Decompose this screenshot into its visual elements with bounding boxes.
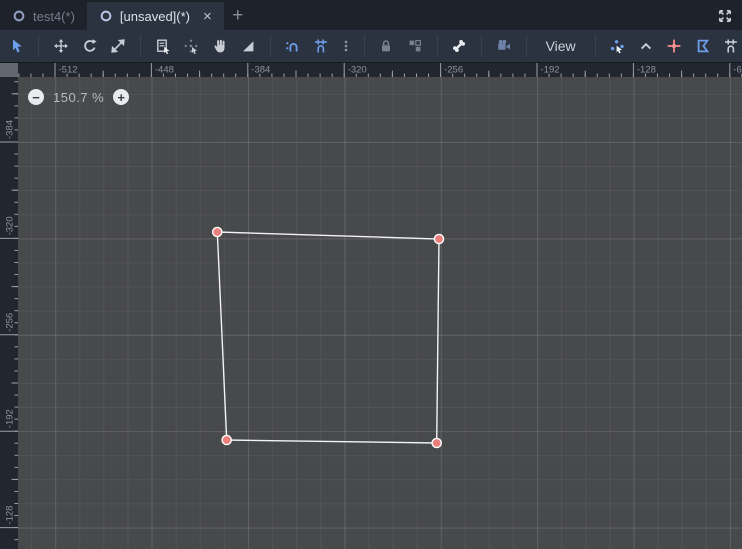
rotate-icon [83,39,97,52]
svg-text:-384: -384 [5,120,16,139]
select-points-icon [611,40,625,54]
grid-magnet-icon [314,39,327,53]
close-polygon-tool[interactable] [692,34,713,58]
move-icon [54,39,69,53]
toolbar-separator [363,35,365,57]
zoom-out-button[interactable]: − [28,89,44,105]
svg-text:-128: -128 [5,506,16,525]
pivot-tool[interactable] [180,34,201,58]
move-tool[interactable] [50,34,71,58]
svg-text:-320: -320 [348,65,367,76]
scene-tab-label: test4(*) [33,8,75,24]
close-tab-icon[interactable]: × [203,9,212,24]
new-scene-tab-button[interactable]: + [224,2,252,30]
select-control-points-tool[interactable] [635,34,656,58]
canvas-toolbar: View [0,30,742,63]
polygon-vertex[interactable] [431,437,443,449]
svg-text:-128: -128 [637,65,656,76]
svg-text:-192: -192 [5,409,16,428]
camera-override-button[interactable] [493,34,514,58]
viewport-canvas[interactable]: − 150.7 % + [18,77,742,549]
zoom-controls: − 150.7 % + [28,89,130,105]
scene-tab-unsaved[interactable]: [unsaved](*) × [86,2,224,30]
svg-text:-64: -64 [733,65,742,76]
toolbar-separator [481,35,483,57]
vertical-ruler[interactable]: -384 -320 -256 -192 -128 [0,77,18,549]
toolbar-separator [525,35,527,57]
toolbar-separator [38,35,40,57]
pan-tool[interactable] [209,34,230,58]
ruler-tool[interactable] [237,34,258,58]
cross-point-icon [667,39,681,53]
zoom-level: 150.7 % [53,89,105,105]
point-snap-toggle[interactable] [721,34,742,58]
ruler-icon [243,41,254,52]
snap-options-menu[interactable] [339,34,353,58]
scale-icon [111,39,125,53]
svg-text:-512: -512 [59,65,78,76]
camera-icon [498,39,510,50]
polygon-icon [697,39,709,53]
toolbar-separator [269,35,271,57]
svg-text:-320: -320 [5,216,16,235]
list-select-tool[interactable] [152,34,173,58]
expand-viewport-button[interactable] [715,6,735,26]
lock-node-button[interactable] [376,34,397,58]
svg-text:-448: -448 [155,65,174,76]
horizontal-ruler[interactable]: -512 -448 -384 -320 -256 -192 -128 -64 [18,63,742,77]
ruler-corner [0,63,18,77]
polygon-layer [211,226,445,449]
svg-text:-256: -256 [5,313,16,332]
lock-icon [382,40,391,52]
dots-vertical-icon [344,40,347,52]
view-menu-label: View [545,38,576,54]
scene-tab-bar: test4(*) [unsaved](*) × + [0,0,742,30]
scene-tab-label: [unsaved](*) [119,8,190,24]
scale-tool[interactable] [107,34,128,58]
expand-icon [719,10,731,22]
editor-window: test4(*) [unsaved](*) × + View -512 -448-… [0,0,742,549]
view-menu[interactable]: View [538,34,584,58]
scene-circle-icon [100,10,112,22]
grid-snap-icon [725,39,738,53]
magnet-icon [286,42,298,52]
chevron-up-icon [640,42,651,50]
toolbar-separator [139,35,141,57]
hand-icon [213,39,225,53]
polygon-outline [216,231,440,444]
polygon-vertex[interactable] [211,226,223,238]
pivot-icon [184,39,198,54]
polygon-vertex[interactable] [433,233,445,245]
cursor-icon [12,39,22,53]
zoom-in-button[interactable]: + [113,89,130,105]
scene-circle-icon [13,10,25,22]
toolbar-separator [594,35,596,57]
polygon-vertex[interactable] [221,434,232,446]
svg-text:-384: -384 [251,65,270,76]
list-select-icon [156,39,170,54]
rotate-tool[interactable] [79,34,100,58]
grid-snap-toggle[interactable] [310,34,331,58]
bone-icon [453,40,466,52]
toolbar-separator [436,35,438,57]
select-tool[interactable] [6,34,27,58]
edit-points-tool[interactable] [607,34,628,58]
add-point-tool[interactable] [664,34,685,58]
scene-tab-test4[interactable]: test4(*) [0,2,87,30]
skeleton-options-menu[interactable] [449,34,470,58]
svg-text:-256: -256 [444,65,463,76]
svg-text:-192: -192 [541,65,560,76]
group-node-button[interactable] [404,34,425,58]
smart-snap-toggle[interactable] [282,34,303,58]
group-icon [409,39,421,52]
